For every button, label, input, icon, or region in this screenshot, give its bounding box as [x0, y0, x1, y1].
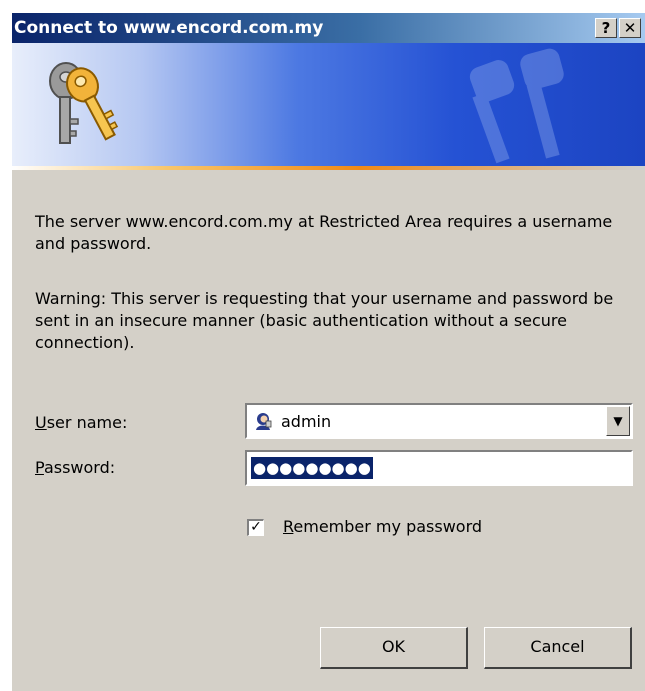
username-label-text: ser name: [46, 413, 128, 432]
title-bar[interactable]: Connect to www.encord.com.my ? ✕ [12, 13, 645, 43]
remember-checkbox[interactable]: ✓ [247, 519, 264, 536]
remember-accel: R [283, 517, 294, 536]
dialog-title: Connect to www.encord.com.my [14, 18, 324, 38]
password-label-text: assword: [43, 458, 116, 477]
remember-label[interactable]: Remember my password [283, 517, 482, 536]
username-accel: U [35, 413, 47, 432]
remember-label-text: emember my password [293, 517, 483, 536]
username-combobox[interactable]: admin ▼ [245, 403, 633, 439]
ok-button[interactable]: OK [320, 627, 468, 669]
username-value: admin [281, 412, 332, 431]
keys-icon [49, 62, 118, 144]
cancel-button[interactable]: Cancel [484, 627, 632, 669]
server-message: The server www.encord.com.my at Restrict… [35, 212, 613, 253]
banner-stripe [12, 166, 645, 170]
keys-watermark-icon [469, 48, 564, 164]
help-button[interactable]: ? [595, 18, 617, 38]
close-button[interactable]: ✕ [619, 18, 641, 38]
password-accel: P [35, 458, 44, 477]
password-field[interactable]: ●●●●●●●●● [245, 450, 633, 486]
username-label: User name: [35, 413, 127, 432]
login-dialog: Connect to www.encord.com.my ? ✕ The ser… [12, 13, 645, 691]
user-icon [256, 413, 272, 430]
warning-message: Warning: This server is requesting that … [35, 289, 614, 352]
dropdown-arrow-icon[interactable]: ▼ [606, 406, 630, 436]
password-label: Password: [35, 458, 115, 477]
password-value: ●●●●●●●●● [251, 457, 373, 479]
